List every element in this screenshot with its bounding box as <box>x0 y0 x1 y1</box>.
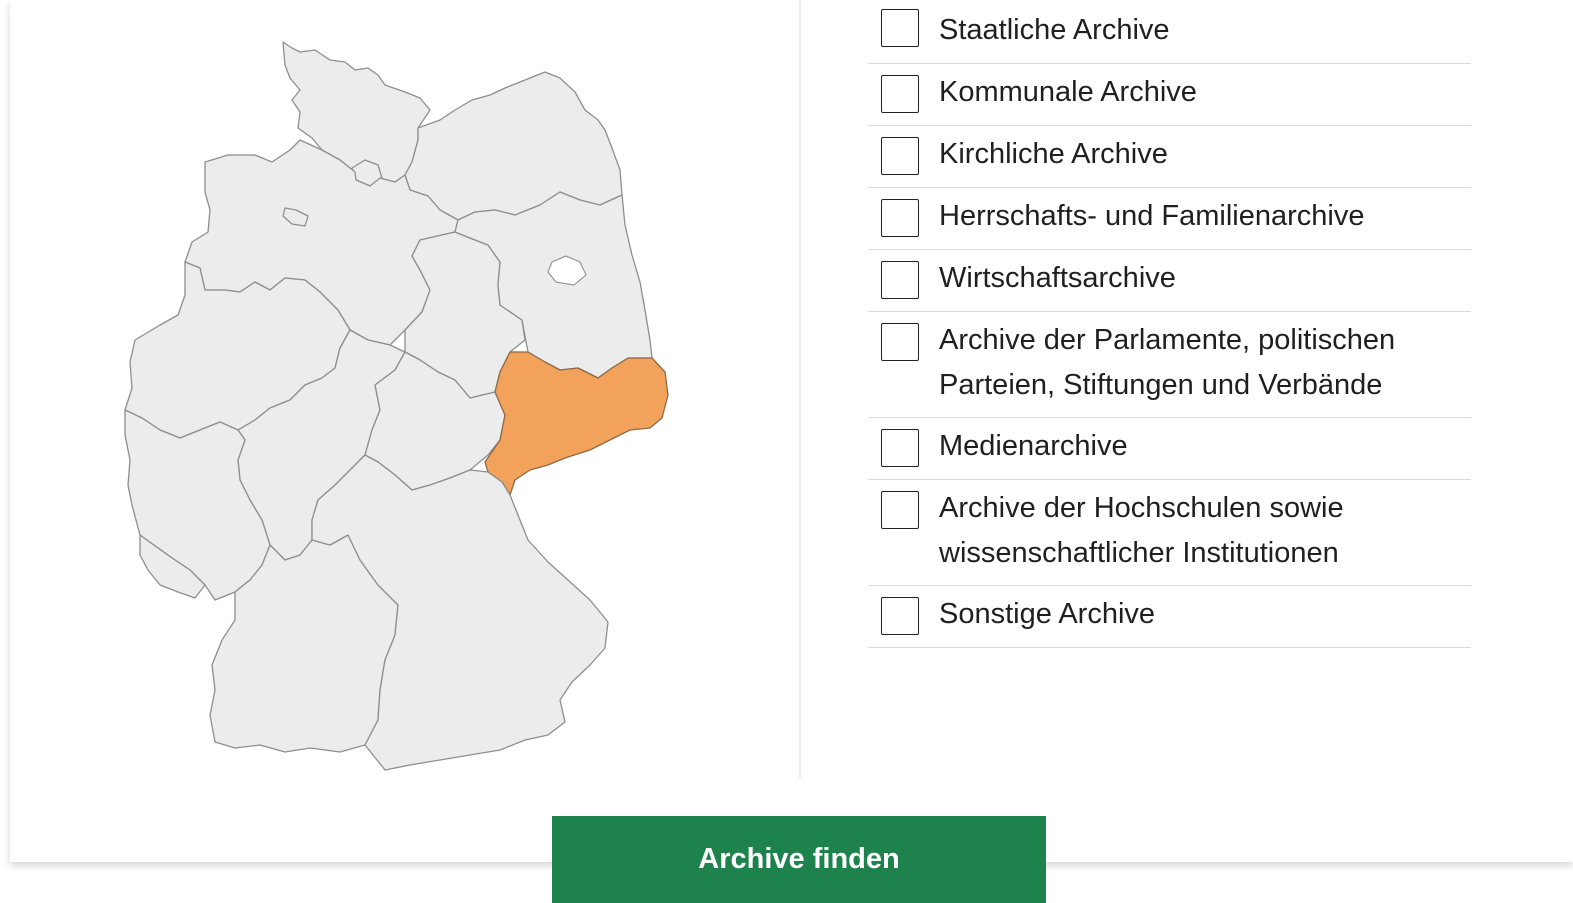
germany-map <box>118 28 678 780</box>
filter-item-kommunale-archive[interactable]: Kommunale Archive <box>868 64 1471 126</box>
filter-item-hochschulen[interactable]: Archive der Hochschulen sowie wissenscha… <box>868 480 1471 586</box>
filter-label: Medienarchive <box>939 430 1128 462</box>
filter-item-wirtschaftsarchive[interactable]: Wirtschaftsarchive <box>868 250 1471 312</box>
checkbox[interactable] <box>881 137 919 175</box>
checkbox[interactable] <box>881 199 919 237</box>
filter-label: Sonstige Archive <box>939 598 1156 630</box>
checkbox[interactable] <box>881 9 919 47</box>
filter-item-sonstige-archive[interactable]: Sonstige Archive <box>868 586 1471 648</box>
filter-label: Wirtschaftsarchive <box>939 262 1176 294</box>
filter-label: Staatliche Archive <box>939 14 1170 46</box>
filter-label: Archive der Hochschulen sowie wissenscha… <box>939 492 1344 569</box>
filter-item-herrschafts-familienarchive[interactable]: Herrschafts- und Familienarchive <box>868 188 1471 250</box>
checkbox[interactable] <box>881 261 919 299</box>
filter-item-parlamente-parteien[interactable]: Archive der Parlamente, politischen Part… <box>868 312 1471 418</box>
filter-label: Herrschafts- und Familienarchive <box>939 200 1365 232</box>
checkbox[interactable] <box>881 75 919 113</box>
archive-finden-button[interactable]: Archive finden <box>552 816 1046 903</box>
filter-item-staatliche-archive[interactable]: Staatliche Archive <box>868 0 1471 64</box>
filter-label: Kirchliche Archive <box>939 138 1168 170</box>
checkbox[interactable] <box>881 429 919 467</box>
filter-label: Kommunale Archive <box>939 76 1197 108</box>
checkbox[interactable] <box>881 597 919 635</box>
checkbox[interactable] <box>881 491 919 529</box>
checkbox[interactable] <box>881 323 919 361</box>
filter-label: Archive der Parlamente, politischen Part… <box>939 324 1396 401</box>
archive-type-filter-list: Staatliche Archive Kommunale Archive Kir… <box>868 0 1471 648</box>
filter-item-kirchliche-archive[interactable]: Kirchliche Archive <box>868 126 1471 188</box>
filter-item-medienarchive[interactable]: Medienarchive <box>868 418 1471 480</box>
state-sachsen[interactable] <box>484 351 669 496</box>
column-divider <box>799 0 801 778</box>
state-mecklenburg-vorpommern[interactable] <box>404 71 623 221</box>
